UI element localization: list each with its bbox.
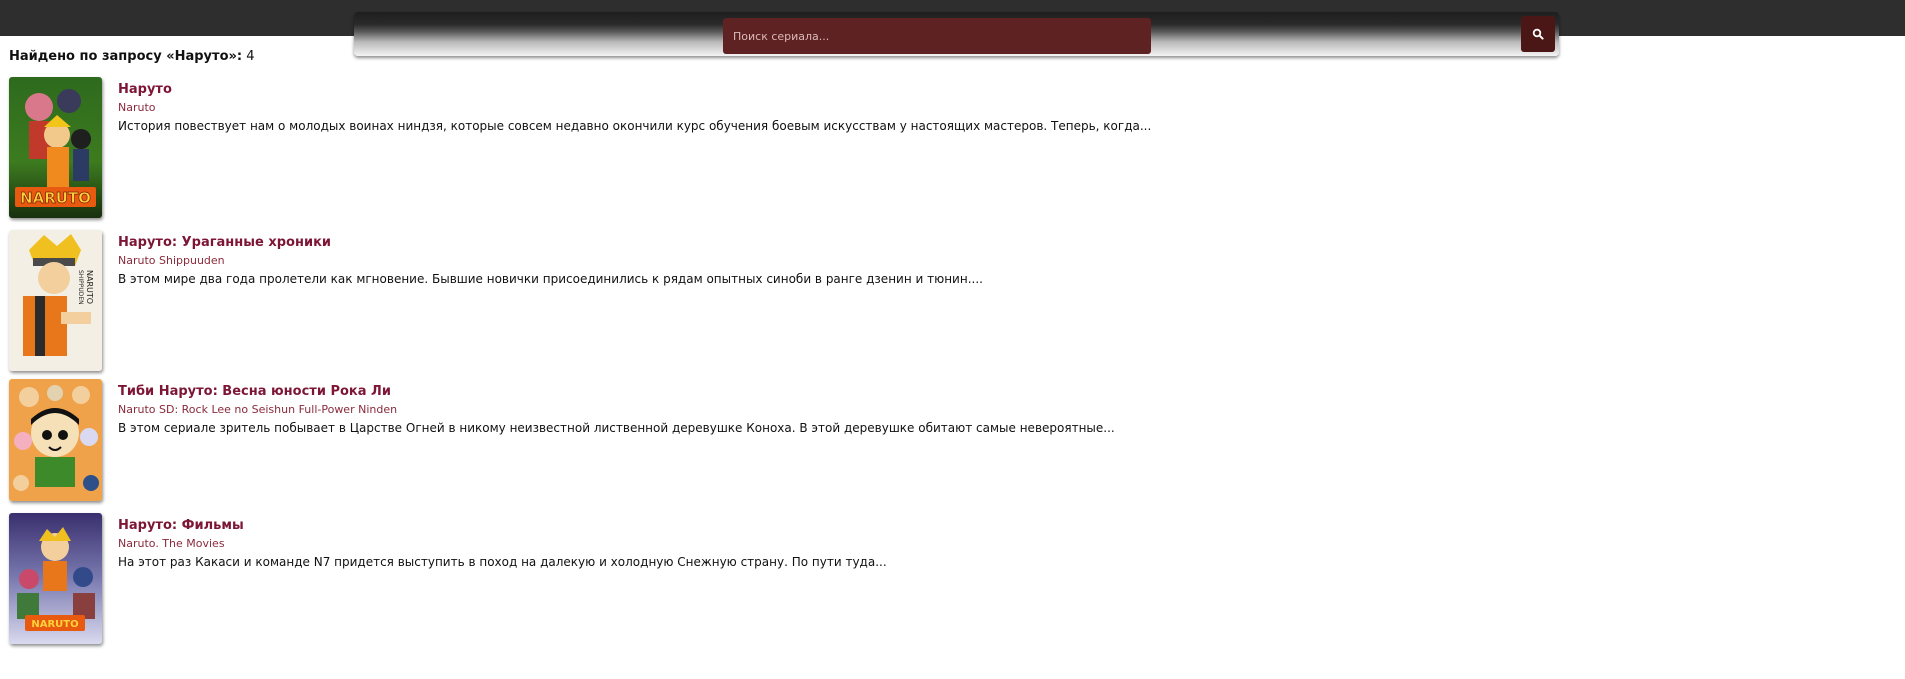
search-input[interactable] xyxy=(723,18,1151,54)
result-description: На этот раз Какаси и команде N7 придется… xyxy=(118,555,887,569)
result-poster-image[interactable]: NARUTO xyxy=(9,77,102,218)
poster-naruto-sd xyxy=(9,379,102,501)
svg-text:SHIPPUDEN: SHIPPUDEN xyxy=(77,270,84,305)
result-original-title-link[interactable]: Naruto SD: Rock Lee no Seishun Full-Powe… xyxy=(118,403,397,416)
poster-naruto: NARUTO xyxy=(9,77,102,218)
result-description: История повествует нам о молодых воинах … xyxy=(118,119,1152,133)
result-description: В этом сериале зритель побывает в Царств… xyxy=(118,421,1115,435)
svg-text:NARUTO: NARUTO xyxy=(85,270,94,304)
result-poster-image[interactable]: NARUTO xyxy=(9,513,102,644)
result-poster-image[interactable]: NARUTO SHIPPUDEN xyxy=(9,230,102,371)
result-poster-image[interactable] xyxy=(9,379,102,501)
poster-naruto-movies: NARUTO xyxy=(9,513,102,644)
search-result-label: Найдено по запросу «Наруто»: xyxy=(9,49,243,64)
result-original-title-link[interactable]: Naruto. The Movies xyxy=(118,537,225,550)
poster-naruto-shippuuden: NARUTO SHIPPUDEN xyxy=(9,230,102,371)
search-bar xyxy=(354,12,1559,56)
result-title-link[interactable]: Наруто: Ураганные хроники xyxy=(118,235,331,250)
search-icon xyxy=(1532,28,1544,40)
result-title-link[interactable]: Тиби Наруто: Весна юности Рока Ли xyxy=(118,384,391,399)
result-description: В этом мире два года пролетели как мгнов… xyxy=(118,272,983,286)
result-original-title-link[interactable]: Naruto Shippuuden xyxy=(118,254,225,267)
result-original-title-link[interactable]: Naruto xyxy=(118,101,156,114)
result-title-link[interactable]: Наруто: Фильмы xyxy=(118,518,244,533)
search-result-count: Найдено по запросу «Наруто»: 4 xyxy=(9,49,255,64)
search-button[interactable] xyxy=(1521,16,1555,52)
svg-text:NARUTO: NARUTO xyxy=(20,189,91,207)
svg-text:NARUTO: NARUTO xyxy=(31,619,78,630)
search-result-number: 4 xyxy=(246,49,255,64)
result-title-link[interactable]: Наруто xyxy=(118,82,172,97)
